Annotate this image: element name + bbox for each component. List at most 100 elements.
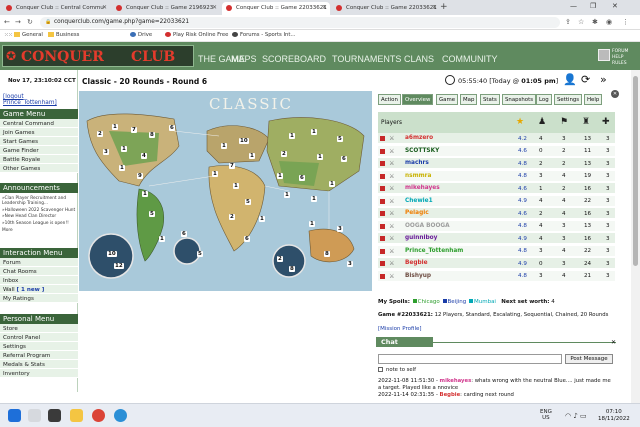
army-counter[interactable]: 8: [324, 251, 330, 257]
menu-medals-stats[interactable]: Medals & Stats: [0, 360, 78, 369]
menu-my-ratings[interactable]: My Ratings: [0, 294, 78, 303]
announcement-item[interactable]: »Halloween 2022 Scavenger Hunt: [2, 208, 75, 213]
menu-start-games[interactable]: Start Games: [0, 137, 78, 146]
tab-settings[interactable]: Settings: [554, 94, 583, 105]
wall-new-badge[interactable]: [ 1 new ]: [17, 287, 45, 293]
army-counter[interactable]: 1: [112, 124, 118, 130]
army-counter[interactable]: 1: [289, 133, 295, 139]
announcement-item[interactable]: »10th Season League is open!!: [2, 221, 69, 226]
refresh-icon[interactable]: ⟳: [581, 73, 590, 86]
army-counter[interactable]: 3: [347, 261, 353, 267]
players-icon[interactable]: 👤: [563, 73, 577, 86]
army-counter[interactable]: 1: [311, 196, 317, 202]
player-row[interactable]: ⚔ mikehayes 4.6 1 2 16 3: [378, 183, 615, 194]
nav-community[interactable]: COMMUNITY: [442, 54, 498, 64]
tab-game[interactable]: Game: [436, 94, 459, 105]
profile-icon[interactable]: ◉: [606, 18, 612, 26]
army-counter[interactable]: 6: [341, 156, 347, 162]
army-counter[interactable]: 1: [121, 146, 127, 152]
spoil-card[interactable]: Mumbai: [468, 299, 496, 305]
game-map[interactable]: CLASSIC 2 1 7 8 6 3 1 4 1 9 1 5 1 6 5 1 10 1 7 1 1 5 2 1 6 1 1 5 2 1 1…: [79, 91, 372, 291]
army-counter[interactable]: 2: [277, 256, 283, 262]
nav-maps[interactable]: MAPS: [231, 54, 257, 64]
player-row[interactable]: ⚔ a6mzero 4.2 4 3 13 3: [378, 133, 615, 144]
player-name[interactable]: machrs: [405, 160, 429, 166]
player-row[interactable]: ⚔ SCOTTSKY 4.6 0 2 11 3: [378, 145, 615, 157]
taskbar-clock[interactable]: 07:10 18/11/2022: [598, 409, 630, 423]
player-row[interactable]: ⚔ machrs 4.8 2 2 13 3: [378, 158, 615, 169]
army-counter[interactable]: 1: [233, 183, 239, 189]
bookmark-forums[interactable]: Forums - Sports Int...: [232, 32, 296, 38]
army-counter[interactable]: 8: [289, 266, 295, 272]
army-counter[interactable]: 5: [245, 199, 251, 205]
rules-link[interactable]: RULES: [612, 61, 628, 67]
url-input[interactable]: 🔒 conquerclub.com/game.php?game=22033621: [40, 17, 560, 28]
close-icon[interactable]: ✕: [611, 339, 616, 346]
tab-overview[interactable]: Overview: [402, 94, 434, 105]
player-row[interactable]: ⚔ Pelagic 4.6 2 4 16 3: [378, 208, 615, 219]
post-message-button[interactable]: Post Message: [565, 354, 613, 364]
star-icon[interactable]: ☆: [578, 18, 584, 26]
wifi-icon[interactable]: ◠: [565, 412, 571, 420]
army-counter[interactable]: 6: [169, 125, 175, 131]
menu-wall[interactable]: Wall [ 1 new ]: [0, 285, 78, 294]
army-counter[interactable]: 9: [137, 173, 143, 179]
player-name[interactable]: nsmmra: [405, 173, 431, 179]
site-logo[interactable]: ✪ CONQUER CLUB: [2, 45, 194, 67]
army-counter[interactable]: 1: [309, 221, 315, 227]
menu-store[interactable]: Store: [0, 324, 78, 333]
menu-control-panel[interactable]: Control Panel: [0, 333, 78, 342]
apps-icon[interactable]: ⁙⁙: [4, 32, 13, 38]
share-icon[interactable]: ⇪: [565, 18, 571, 26]
army-counter[interactable]: 1: [284, 192, 290, 198]
window-close-icon[interactable]: ✕: [612, 2, 618, 10]
player-name[interactable]: Begbie: [405, 260, 428, 266]
bookmark-general[interactable]: General: [14, 32, 43, 38]
army-counter[interactable]: 2: [281, 151, 287, 157]
army-counter[interactable]: 5: [149, 211, 155, 217]
announcements-more-link[interactable]: More: [2, 228, 13, 233]
new-tab-button[interactable]: +: [440, 2, 448, 12]
menu-join-games[interactable]: Join Games: [0, 128, 78, 137]
search-icon[interactable]: [28, 409, 41, 422]
logout-link[interactable]: [logout Prince_Tottenham]: [3, 94, 77, 106]
army-counter[interactable]: 1: [277, 173, 283, 179]
close-icon[interactable]: ✕: [611, 90, 619, 98]
tab-action[interactable]: Action: [378, 94, 401, 105]
army-counter[interactable]: 6: [244, 236, 250, 242]
player-row[interactable]: ⚔ Bishyup 4.8 3 4 21 3: [378, 270, 615, 282]
browser-tab[interactable]: Conquer Club :: Game 2196923 ✕: [112, 2, 220, 15]
player-row[interactable]: ⚔ Prince_Tottenham 4.8 3 4 22 3: [378, 245, 615, 257]
player-name[interactable]: Bishyup: [405, 273, 431, 279]
army-counter[interactable]: 1: [249, 153, 255, 159]
player-name[interactable]: mikehayes: [405, 185, 440, 191]
announcement-item[interactable]: Leadership Training...: [2, 201, 48, 206]
menu-settings[interactable]: Settings: [0, 342, 78, 351]
tray-icons[interactable]: ◠ ♪ ▭: [565, 412, 587, 420]
minimize-icon[interactable]: —: [570, 2, 577, 10]
page-scrollbar[interactable]: [631, 70, 640, 403]
army-counter[interactable]: 10: [239, 138, 249, 144]
army-counter[interactable]: 12: [114, 263, 124, 269]
army-counter[interactable]: 1: [259, 216, 265, 222]
tab-log[interactable]: Log: [536, 94, 552, 105]
army-counter[interactable]: 1: [311, 129, 317, 135]
note-to-self[interactable]: note to self: [378, 367, 416, 373]
close-icon[interactable]: ✕: [432, 4, 437, 11]
chrome-icon[interactable]: [92, 409, 105, 422]
announcement-item[interactable]: »New Head Clan Director: [2, 214, 56, 219]
spoil-card[interactable]: Chicago: [412, 299, 440, 305]
army-counter[interactable]: 3: [103, 149, 109, 155]
army-counter[interactable]: 1: [317, 154, 323, 160]
army-counter[interactable]: 5: [337, 136, 343, 142]
menu-icon[interactable]: ⋮: [622, 18, 629, 26]
player-name[interactable]: SCOTTSKY: [405, 148, 439, 154]
menu-game-finder[interactable]: Game Finder: [0, 146, 78, 155]
army-counter[interactable]: 10: [107, 251, 117, 257]
back-icon[interactable]: ←: [4, 18, 10, 26]
bookmark-drive[interactable]: Drive: [130, 32, 152, 38]
army-counter[interactable]: 1: [142, 191, 148, 197]
volume-icon[interactable]: ♪: [573, 412, 577, 420]
task-view-icon[interactable]: [48, 409, 61, 422]
menu-referral-program[interactable]: Referral Program: [0, 351, 78, 360]
